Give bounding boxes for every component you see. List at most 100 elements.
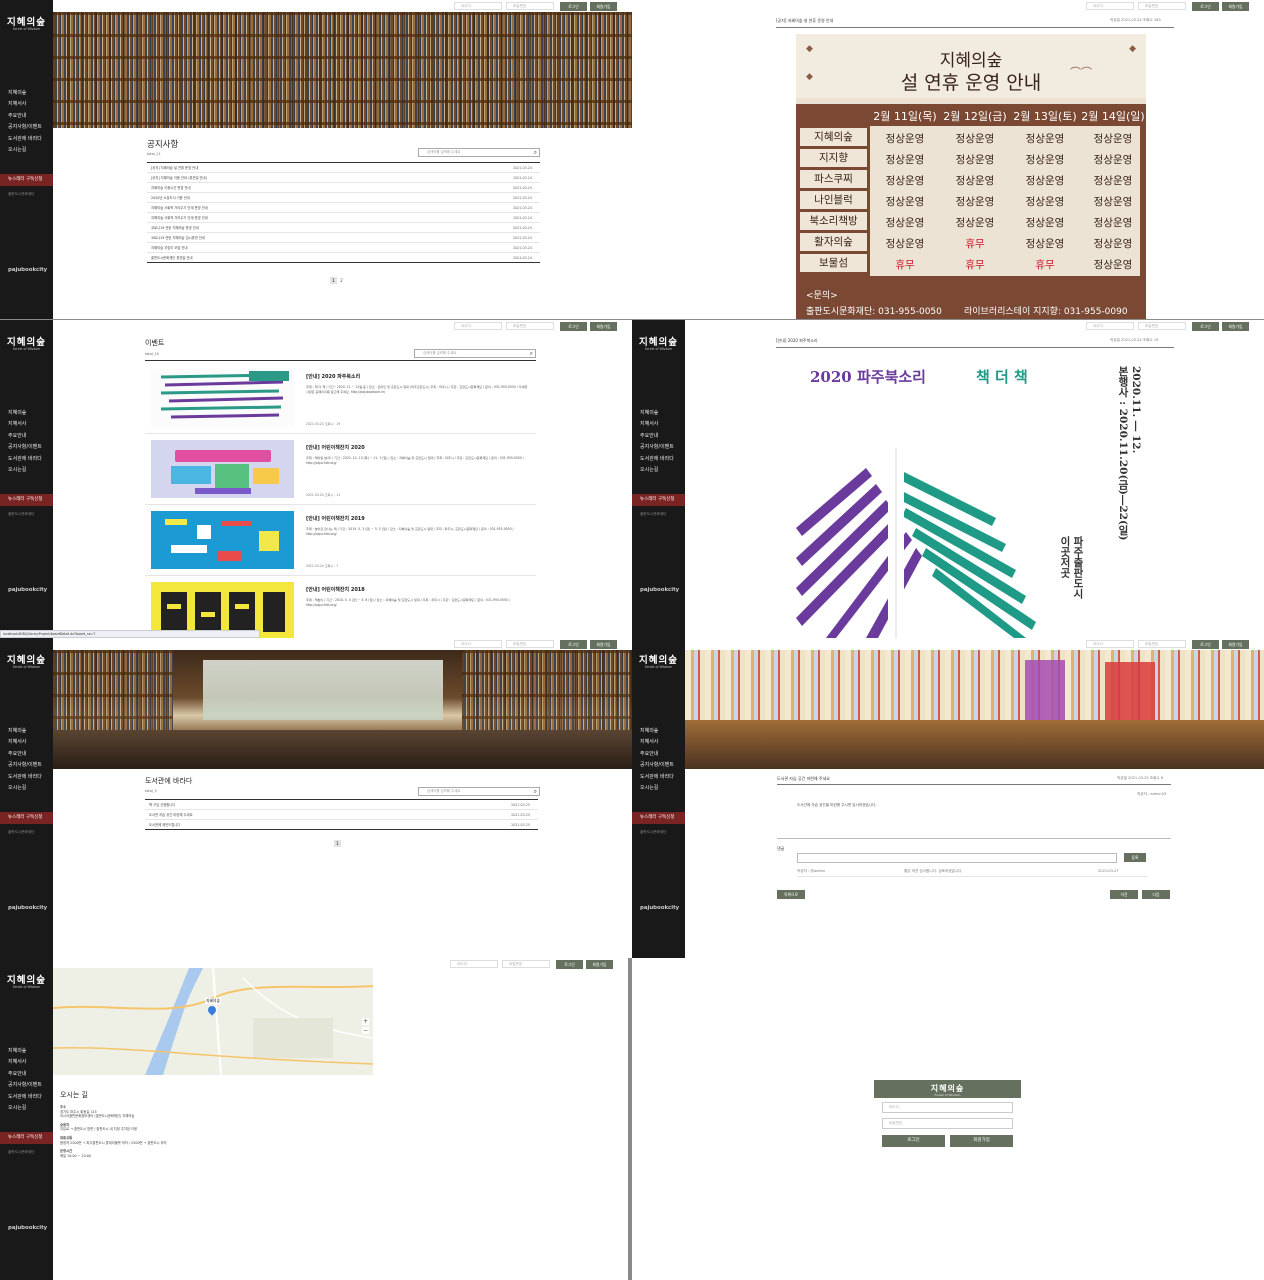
menu-item[interactable]: 오시는길 <box>8 465 51 476</box>
id-input[interactable]: 아이디 <box>1086 322 1134 330</box>
id-input[interactable]: 아이디 <box>1086 640 1134 648</box>
menu-item[interactable]: 주요안내 <box>640 431 683 442</box>
menu-item[interactable]: 공지사항/이벤트 <box>640 760 683 771</box>
menu-item[interactable]: 지혜서사 <box>8 99 51 110</box>
login-button[interactable]: 로그인 <box>560 2 587 11</box>
newsletter-button[interactable]: 뉴스레터 구독신청 <box>0 174 53 186</box>
menu-item[interactable]: 도서관에 바라다 <box>8 1092 51 1103</box>
menu-item[interactable]: 지혜의숲 <box>8 88 51 99</box>
menu-item[interactable]: 오시는길 <box>640 465 683 476</box>
search-icon[interactable]: ⌕ <box>534 788 537 795</box>
comment-submit-button[interactable]: 등록 <box>1124 853 1146 862</box>
menu-item[interactable]: 공지사항/이벤트 <box>8 122 51 133</box>
event-title[interactable]: [안내] 2020 파주북소리 <box>306 373 360 380</box>
signup-button[interactable]: 회원가입 <box>1222 640 1249 649</box>
search-input[interactable]: 검색어를 입력해 주세요 ⌕ <box>418 787 540 796</box>
pw-input[interactable]: 비밀번호 <box>1138 2 1186 10</box>
pw-input[interactable]: 비밀번호 <box>506 322 554 330</box>
pw-input[interactable]: 비밀번호 <box>1138 640 1186 648</box>
row-title[interactable]: 지혜의숲 사회적 거리두기 단계 운영 안내 <box>151 203 208 213</box>
id-input[interactable]: 아이디 <box>450 960 498 968</box>
event-thumbnail[interactable] <box>151 369 294 427</box>
table-row[interactable]: 지혜의숲 사회적 거리두기 단계 운영 안내 2021.03.24 <box>147 213 540 223</box>
menu-item[interactable]: 도서관에 바라다 <box>8 134 51 145</box>
menu-item[interactable]: 주요안내 <box>8 1069 51 1080</box>
signup-button[interactable]: 회원가입 <box>586 960 613 969</box>
row-title[interactable]: 지혜의숲 사회적 거리두기 단계 운영 안내 <box>151 213 208 223</box>
menu-item[interactable]: 주요안내 <box>8 431 51 442</box>
logo[interactable]: 지혜의숲 <box>632 334 685 348</box>
table-row[interactable]: 2020년 소장도서 기증 안내 2021.03.24 <box>147 193 540 203</box>
menu-item[interactable]: 지혜서사 <box>640 737 683 748</box>
row-title[interactable]: 지혜의숲 이용시간 변경 안내 <box>151 183 191 193</box>
id-input[interactable]: 아이디 <box>454 640 502 648</box>
row-title[interactable]: 책 구입 신청합니다 <box>149 800 175 810</box>
menu-item[interactable]: 공지사항/이벤트 <box>8 442 51 453</box>
login-submit-button[interactable]: 로그인 <box>882 1135 945 1147</box>
signup-button[interactable]: 회원가입 <box>1222 2 1249 11</box>
menu-item[interactable]: 지혜서사 <box>640 419 683 430</box>
row-title[interactable]: 지혜의숲 지킴이 모집 안내 <box>151 243 188 253</box>
table-row[interactable]: 지혜의숲 이용시간 변경 안내 2021.03.24 <box>147 183 540 193</box>
newsletter-button[interactable]: 뉴스레터 구독신청 <box>0 812 53 824</box>
menu-item[interactable]: 도서관에 바라다 <box>8 772 51 783</box>
menu-item[interactable]: 도서관에 바라다 <box>640 454 683 465</box>
login-button[interactable]: 로그인 <box>1192 2 1219 11</box>
newsletter-button[interactable]: 뉴스레터 구독신청 <box>0 1132 53 1144</box>
login-pw-input[interactable]: 비밀번호 <box>882 1118 1013 1129</box>
newsletter-button[interactable]: 뉴스레터 구독신청 <box>0 494 53 506</box>
table-row[interactable]: 코로나19 관련 지혜의숲 임시휴관 안내 2021.03.24 <box>147 233 540 243</box>
signup-button[interactable]: 회원가입 <box>590 640 617 649</box>
row-title[interactable]: 도서관에 제안드립니다 <box>149 820 180 830</box>
table-row[interactable]: 도서관에 제안드립니다 2021.03.25 <box>145 820 538 830</box>
id-input[interactable]: 아이디 <box>1086 2 1134 10</box>
search-input[interactable]: 검색어를 입력해 주세요 ⌕ <box>414 349 536 358</box>
id-input[interactable]: 아이디 <box>454 322 502 330</box>
row-title[interactable]: 2020년 소장도서 기증 안내 <box>151 193 190 203</box>
event-thumbnail[interactable] <box>151 511 294 569</box>
signup-button[interactable]: 회원가입 <box>590 2 617 11</box>
menu-item[interactable]: 지혜의숲 <box>640 726 683 737</box>
menu-item[interactable]: 공지사항/이벤트 <box>8 1080 51 1091</box>
menu-item[interactable]: 주요안내 <box>640 749 683 760</box>
zoom-out-button[interactable]: − <box>362 1027 369 1034</box>
menu-item[interactable]: 오시는길 <box>8 783 51 794</box>
zoom-in-button[interactable]: + <box>362 1018 369 1025</box>
logo[interactable]: 지혜의숲 <box>0 334 53 348</box>
menu-item[interactable]: 지혜서사 <box>8 419 51 430</box>
row-title[interactable]: 도서관 자습 공간 마련해 주세요 <box>149 810 193 820</box>
row-title[interactable]: [공지] 지혜의숲 설 연휴 운영 안내 <box>151 163 198 173</box>
menu-item[interactable]: 주요안내 <box>8 111 51 122</box>
menu-item[interactable]: 지혜의숲 <box>8 408 51 419</box>
row-title[interactable]: [공지] 지혜의숲 이용 안내 (휴관일 안내) <box>151 173 207 183</box>
search-icon[interactable]: ⌕ <box>530 350 533 357</box>
event-thumbnail[interactable] <box>151 440 294 498</box>
comment-input[interactable] <box>797 853 1117 863</box>
signup-button[interactable]: 회원가입 <box>590 322 617 331</box>
menu-item[interactable]: 지혜서사 <box>8 737 51 748</box>
pw-input[interactable]: 비밀번호 <box>502 960 550 968</box>
menu-item[interactable]: 공지사항/이벤트 <box>640 442 683 453</box>
pw-input[interactable]: 비밀번호 <box>506 640 554 648</box>
login-button[interactable]: 로그인 <box>1192 640 1219 649</box>
table-row[interactable]: 출판도시문화재단 휴관일 안내 2021.03.24 <box>147 253 540 263</box>
event-item[interactable]: [안내] 2020 파주북소리 주제 : 책 더 책 / 기간 : 2020. … <box>145 366 536 434</box>
menu-item[interactable]: 도서관에 바라다 <box>8 454 51 465</box>
table-row[interactable]: 지혜의숲 지킴이 모집 안내 2021.03.24 <box>147 243 540 253</box>
event-title[interactable]: [안내] 어린이책잔치 2020 <box>306 444 365 451</box>
table-row[interactable]: 지혜의숲 사회적 거리두기 단계 운영 안내 2021.03.24 <box>147 203 540 213</box>
table-row[interactable]: [공지] 지혜의숲 설 연휴 운영 안내 2021.03.24 <box>147 163 540 173</box>
menu-item[interactable]: 오시는길 <box>8 145 51 156</box>
row-title[interactable]: 출판도시문화재단 휴관일 안내 <box>151 253 193 263</box>
event-title[interactable]: [안내] 어린이책잔치 2019 <box>306 515 365 522</box>
login-button[interactable]: 로그인 <box>556 960 583 969</box>
event-item[interactable]: [안내] 어린이책잔치 2020 주제 : 책이랑 놀자! / 기간 : 202… <box>145 437 536 505</box>
event-item[interactable]: [안내] 어린이책잔치 2019 주제 : 놀이로 만나는 책 / 기간 : 2… <box>145 508 536 576</box>
search-icon[interactable]: ⌕ <box>534 149 537 156</box>
logo[interactable]: 지혜의숲 <box>0 972 53 986</box>
page-1[interactable]: 1 <box>334 840 341 847</box>
table-row[interactable]: 도서관 자습 공간 마련해 주세요 2021.03.25 <box>145 810 538 820</box>
row-title[interactable]: 코로나19 관련 지혜의숲 임시휴관 안내 <box>151 233 205 243</box>
menu-item[interactable]: 지혜서사 <box>8 1057 51 1068</box>
menu-item[interactable]: 공지사항/이벤트 <box>8 760 51 771</box>
